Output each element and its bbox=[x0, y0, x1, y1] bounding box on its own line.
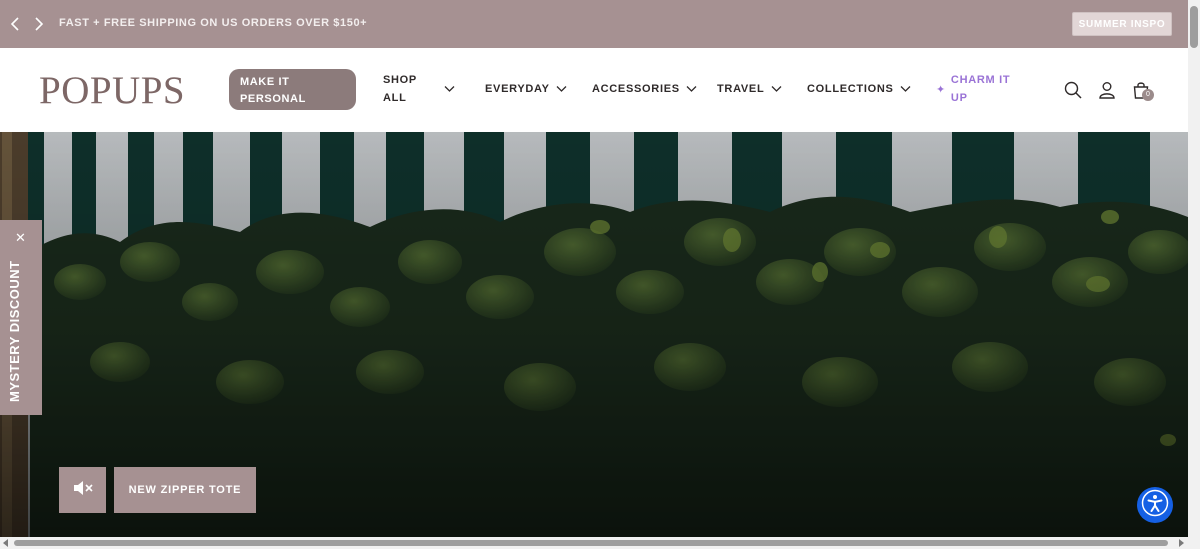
announcement-message: FAST + FREE SHIPPING ON US ORDERS OVER $… bbox=[59, 17, 368, 29]
nav-shop-all-label: SHOP ALL bbox=[383, 74, 417, 104]
nav-collections-label: COLLECTIONS bbox=[807, 83, 894, 95]
scroll-left-icon[interactable] bbox=[3, 539, 8, 547]
accessibility-button[interactable] bbox=[1137, 487, 1173, 523]
nav-everyday[interactable]: EVERYDAY bbox=[485, 68, 568, 110]
new-zipper-tote-button[interactable]: NEW ZIPPER TOTE bbox=[114, 467, 256, 513]
mystery-discount-label: MYSTERY DISCOUNT bbox=[7, 260, 22, 402]
chevron-down-icon bbox=[443, 83, 455, 95]
nav-charm-it-up[interactable]: ✦ CHARM IT UP bbox=[936, 68, 1021, 110]
account-icon[interactable] bbox=[1097, 80, 1117, 100]
cart-count-badge: 0 bbox=[1142, 89, 1154, 101]
nav-travel-label: TRAVEL bbox=[717, 83, 765, 95]
sparkle-icon: ✦ bbox=[936, 83, 946, 96]
nav-shop-all[interactable]: SHOP ALL bbox=[383, 68, 455, 110]
mute-button[interactable] bbox=[59, 467, 106, 513]
close-icon[interactable]: ✕ bbox=[15, 231, 26, 244]
site-logo[interactable]: POPUPS bbox=[39, 68, 185, 113]
nav-travel[interactable]: TRAVEL bbox=[717, 68, 782, 110]
make-it-personal-button[interactable]: MAKE IT PERSONAL bbox=[229, 69, 356, 110]
nav-accessories-label: ACCESSORIES bbox=[592, 83, 680, 95]
site-header: POPUPS MAKE IT PERSONAL SHOP ALL EVERYDA… bbox=[0, 48, 1188, 132]
announcement-bar: FAST + FREE SHIPPING ON US ORDERS OVER $… bbox=[0, 0, 1188, 48]
chevron-right-icon[interactable] bbox=[33, 14, 45, 34]
vertical-scrollbar-thumb[interactable] bbox=[1190, 6, 1198, 48]
horizontal-scrollbar-thumb[interactable] bbox=[14, 540, 1168, 546]
chevron-down-icon bbox=[686, 83, 698, 95]
summer-inspo-button[interactable]: SUMMER INSPO bbox=[1072, 12, 1172, 36]
vertical-scrollbar[interactable] bbox=[1188, 0, 1200, 537]
nav-accessories[interactable]: ACCESSORIES bbox=[592, 68, 698, 110]
chevron-down-icon bbox=[770, 83, 782, 95]
nav-charm-it-up-label: CHARM IT UP bbox=[950, 74, 1011, 104]
accessibility-icon bbox=[1141, 489, 1169, 522]
chevron-down-icon bbox=[556, 83, 568, 95]
chevron-left-icon[interactable] bbox=[9, 14, 21, 34]
nav-everyday-label: EVERYDAY bbox=[485, 83, 550, 95]
search-icon[interactable] bbox=[1063, 80, 1083, 100]
chevron-down-icon bbox=[900, 83, 912, 95]
speaker-muted-icon bbox=[73, 480, 93, 501]
mystery-discount-tab[interactable]: ✕ MYSTERY DISCOUNT bbox=[0, 220, 42, 415]
scroll-right-icon[interactable] bbox=[1179, 539, 1184, 547]
nav-collections[interactable]: COLLECTIONS bbox=[807, 68, 912, 110]
horizontal-scrollbar[interactable] bbox=[0, 537, 1200, 549]
